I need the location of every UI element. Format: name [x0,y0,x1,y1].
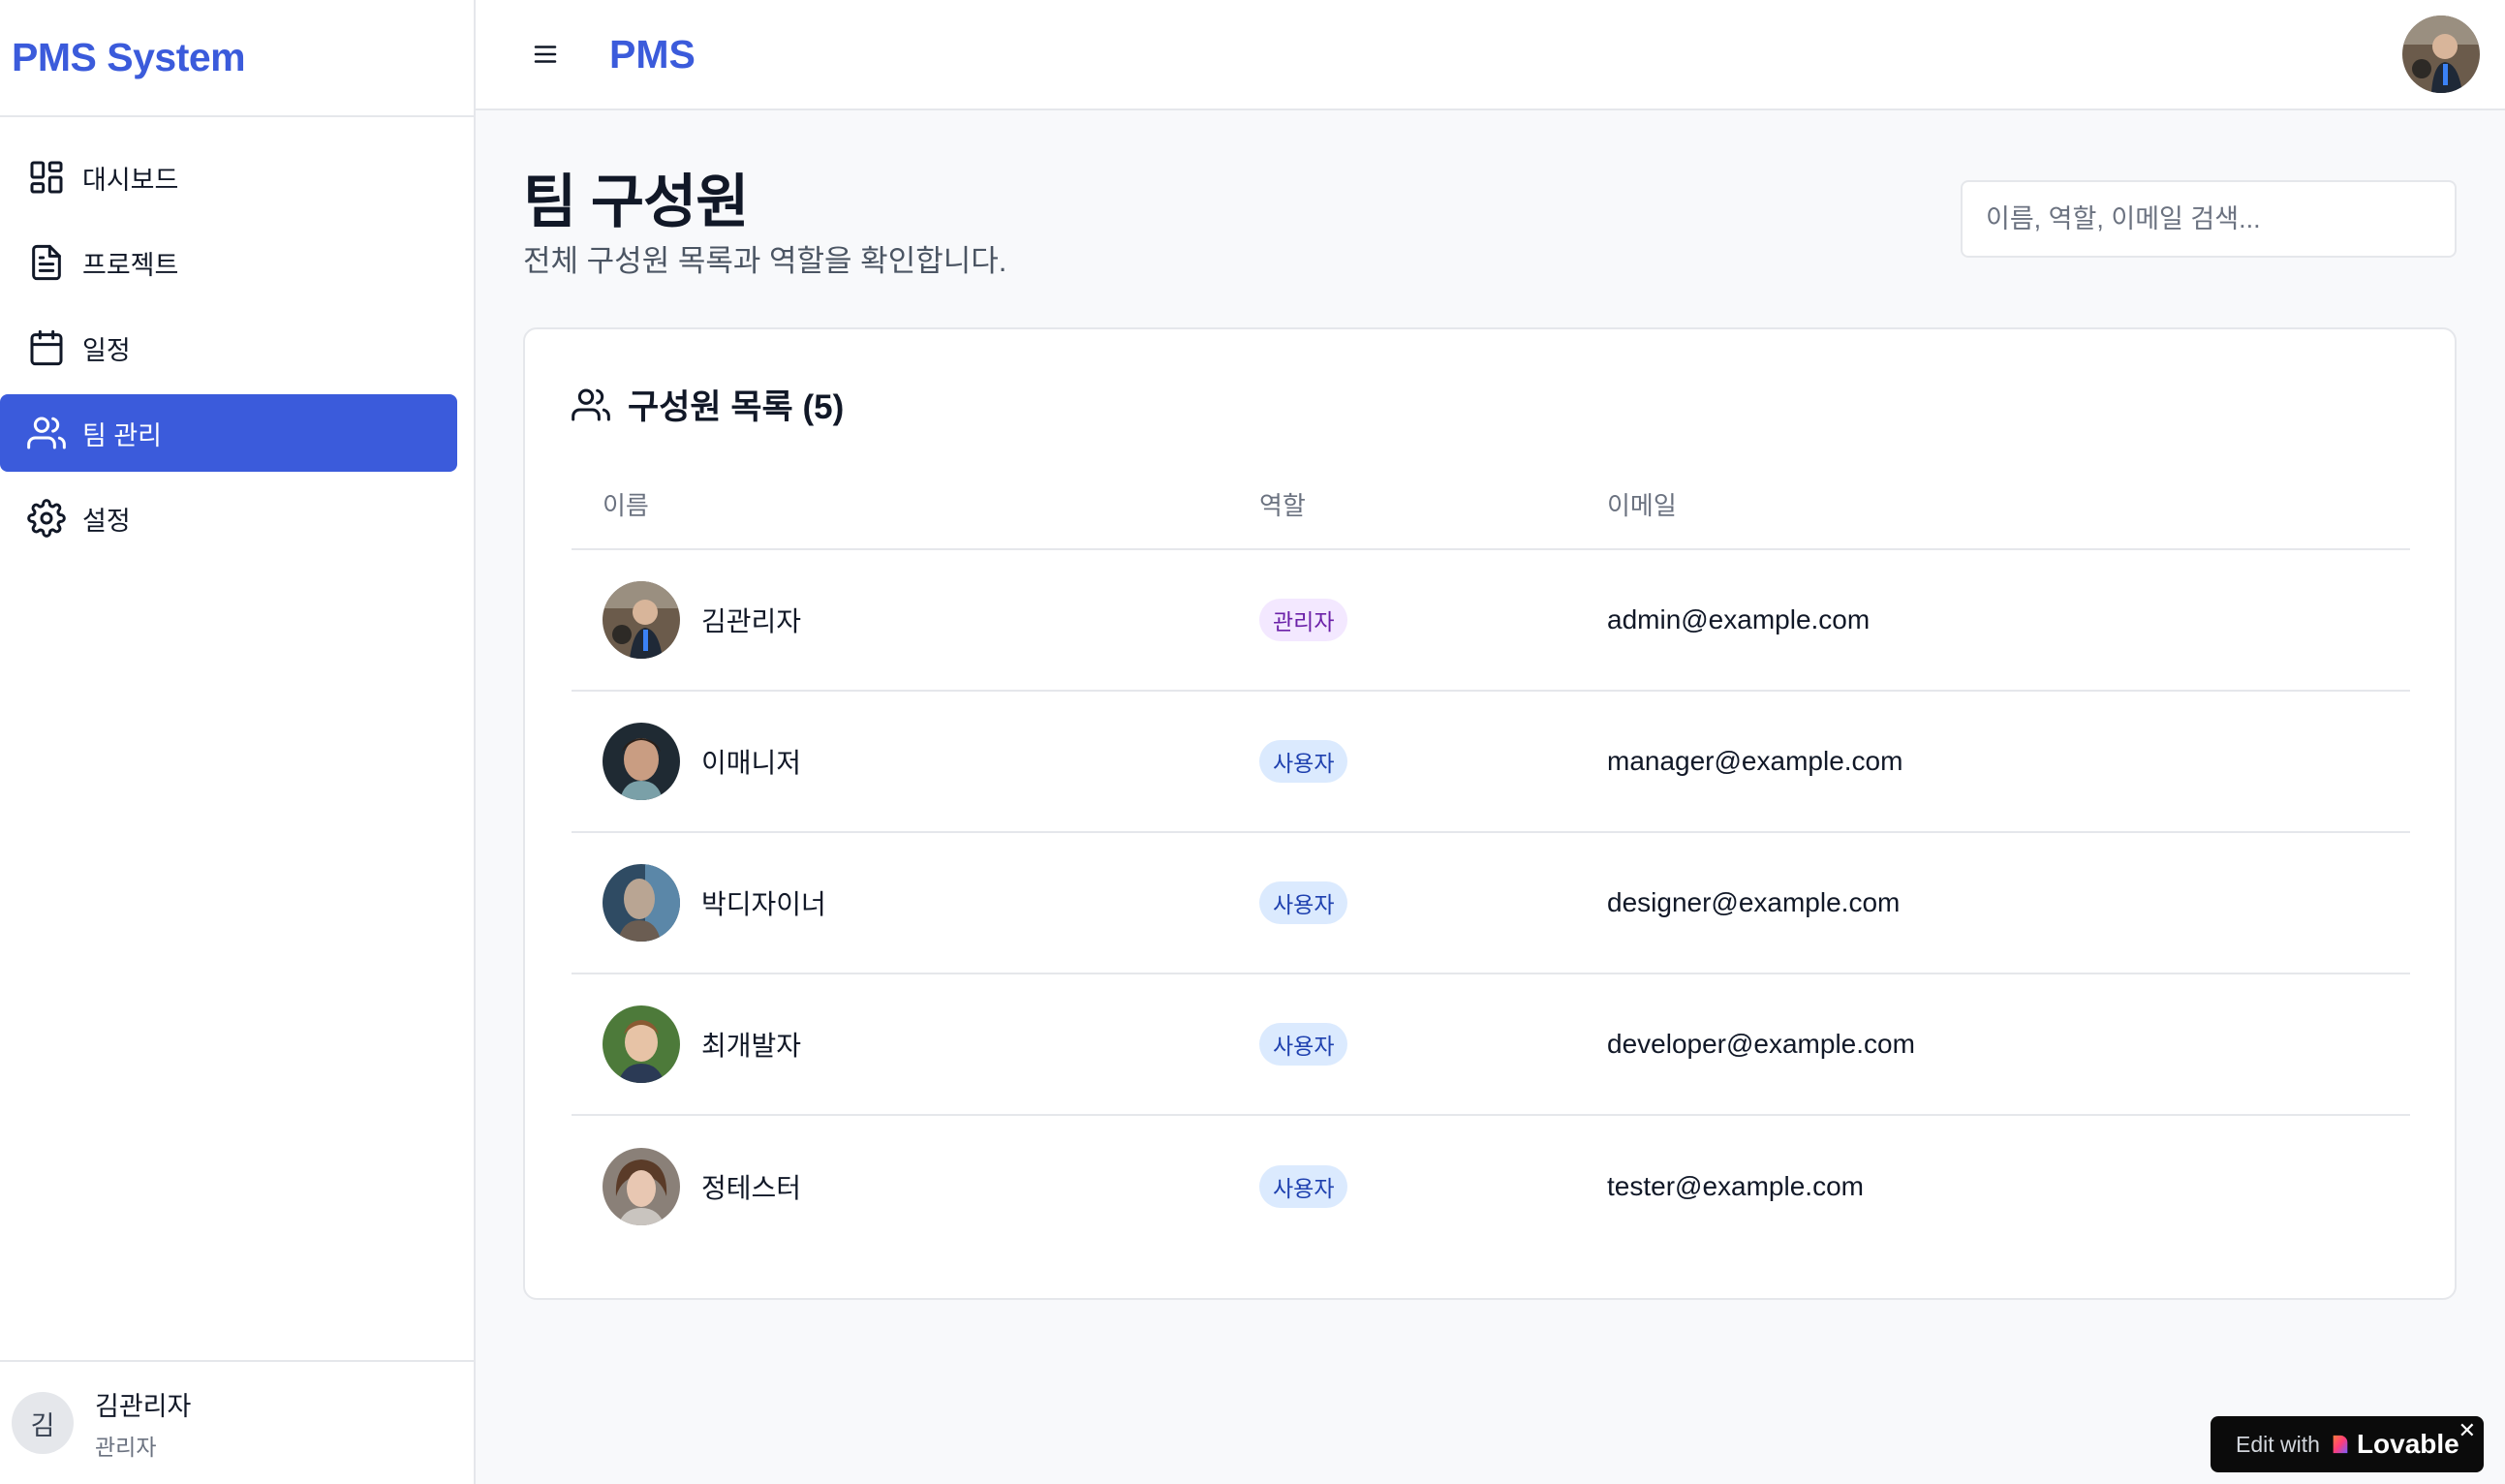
users-icon [27,417,66,449]
member-name-cell: 박디자이너 [603,864,826,942]
member-email: designer@example.com [1607,887,1901,917]
card-header: 구성원 목록 (5) [572,380,844,429]
role-badge: 사용자 [1259,881,1348,924]
search-input[interactable] [1961,180,2457,258]
avatar [603,1148,680,1225]
sidebar-item-settings[interactable]: 설정 [0,479,457,557]
member-name: 박디자이너 [701,889,826,919]
document-icon [32,244,61,281]
lovable-prefix: Edit with [2236,1431,2320,1457]
sidebar-item-label: 일정 [82,335,131,365]
card-title: 구성원 목록 (5) [628,388,845,426]
table-row[interactable]: 김관리자 관리자 admin@example.com [572,550,2410,692]
column-header-name[interactable]: 이름 [603,486,649,522]
column-header-email[interactable]: 이메일 [1607,486,1677,522]
sidebar-item-label: 팀 관리 [82,420,163,450]
users-icon [572,388,610,420]
profile-photo-icon [603,864,680,942]
user-info: 김관리자 관리자 [95,1385,191,1462]
sidebar-item-label: 대시보드 [82,165,179,195]
table-row[interactable]: 이매니저 사용자 manager@example.com [572,692,2410,833]
sidebar-item-team[interactable]: 팀 관리 [0,394,457,472]
role-badge: 사용자 [1259,1165,1348,1208]
members-table: 이름 역할 이메일 김관리자 관리자 admin@example.com 이매니… [572,459,2410,1257]
member-name-cell: 정테스터 [603,1148,801,1225]
user-role: 관리자 [95,1434,157,1460]
avatar: 김 [12,1392,74,1454]
main-content: 팀 구성원 전체 구성원 목록과 역할을 확인합니다. 구성원 목록 (5) 이… [476,112,2505,1484]
lovable-brand: Lovable [2356,1429,2459,1459]
top-header: PMS [476,0,2505,110]
sidebar-item-label: 설정 [82,506,131,536]
member-email: manager@example.com [1607,746,1903,776]
column-header-role[interactable]: 역할 [1259,486,1306,522]
profile-photo-icon [603,1005,680,1083]
page-subtitle: 전체 구성원 목록과 역할을 확인합니다. [523,244,1007,278]
menu-toggle-button[interactable] [522,31,569,77]
app-title[interactable]: PMS [609,32,696,77]
edit-with-lovable-button[interactable]: Edit with Lovable ✕ [2211,1416,2484,1472]
member-name: 김관리자 [701,606,802,636]
gear-icon [27,499,66,538]
brand-title[interactable]: PMS System [12,35,246,80]
avatar [603,1005,680,1083]
avatar[interactable] [2402,15,2480,93]
table-row[interactable]: 정테스터 사용자 tester@example.com [572,1116,2410,1257]
member-name-cell: 김관리자 [603,581,801,659]
avatar [603,581,680,659]
table-row[interactable]: 최개발자 사용자 developer@example.com [572,974,2410,1116]
table-row[interactable]: 박디자이너 사용자 designer@example.com [572,833,2410,974]
avatar [603,723,680,800]
profile-photo-icon [603,1148,680,1225]
close-icon[interactable]: ✕ [2459,1418,2476,1443]
hamburger-icon [534,46,557,63]
dashboard-icon [30,161,63,194]
avatar [603,864,680,942]
table-header: 이름 역할 이메일 [572,459,2410,550]
member-name: 최개발자 [701,1031,802,1061]
member-name: 정테스터 [701,1173,802,1203]
current-user[interactable]: 김 김관리자 관리자 [0,1360,474,1484]
member-name: 이매니저 [701,748,802,778]
role-badge: 관리자 [1259,599,1348,641]
role-badge: 사용자 [1259,1023,1348,1066]
member-email: tester@example.com [1607,1171,1864,1201]
member-email: admin@example.com [1607,604,1871,634]
sidebar-item-schedule[interactable]: 일정 [0,309,457,386]
member-name-cell: 최개발자 [603,1005,801,1083]
profile-photo-icon [603,581,680,659]
sidebar-item-dashboard[interactable]: 대시보드 [0,139,457,216]
sidebar-item-projects[interactable]: 프로젝트 [0,224,457,301]
member-name-cell: 이매니저 [603,723,801,800]
calendar-icon [30,329,63,366]
page-title: 팀 구성원 [523,170,749,234]
sidebar: PMS System 대시보드 프로젝트 일정 팀 관리 설정 김 김관리자 관… [0,0,476,1484]
profile-photo-icon [2402,15,2480,93]
members-card: 구성원 목록 (5) 이름 역할 이메일 김관리자 관리자 admin@exam… [523,327,2457,1300]
sidebar-nav: 대시보드 프로젝트 일정 팀 관리 설정 [0,117,474,557]
role-badge: 사용자 [1259,740,1348,783]
user-name: 김관리자 [95,1391,192,1421]
sidebar-item-label: 프로젝트 [82,250,179,280]
brand: PMS System [0,0,474,117]
lovable-logo-icon [2333,1435,2348,1454]
member-email: developer@example.com [1607,1029,1915,1059]
profile-photo-icon [603,723,680,800]
